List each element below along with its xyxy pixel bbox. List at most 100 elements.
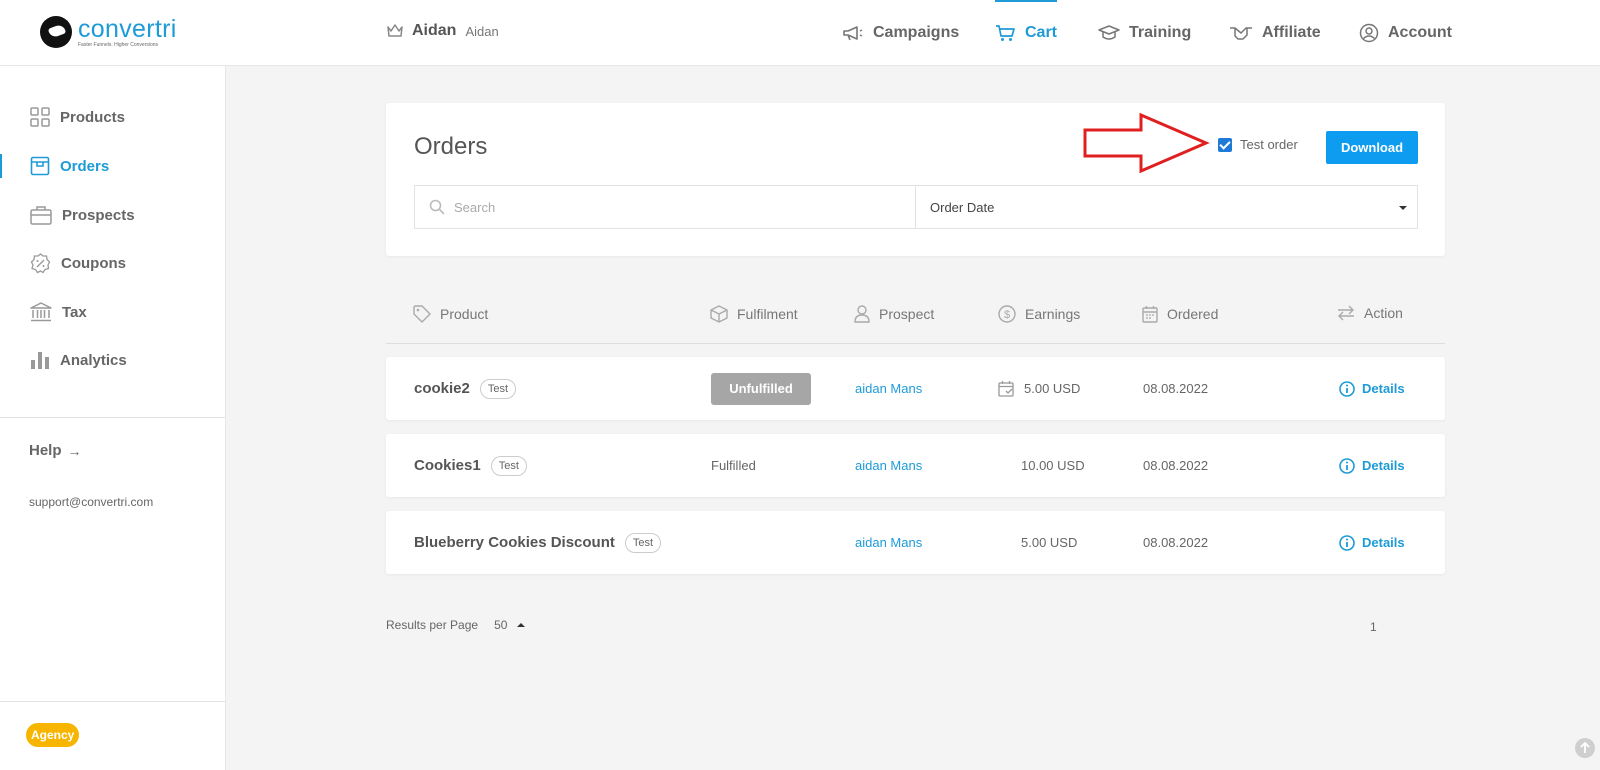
ordered-date: 08.08.2022 — [1143, 381, 1209, 396]
column-header-fulfilment: Fulfilment — [710, 305, 798, 323]
sidebar: Products Orders Prospects Coupons Tax An… — [0, 66, 226, 770]
test-tag: Test — [624, 532, 662, 553]
crown-icon — [387, 24, 403, 37]
info-icon — [1339, 380, 1355, 397]
nav-account[interactable]: Account — [1359, 0, 1452, 66]
nav-affiliate[interactable]: Affiliate — [1229, 0, 1321, 66]
orders-filter-card: Orders Test order Download Search Order … — [386, 103, 1445, 256]
fulfilment-status: Fulfilled — [711, 458, 756, 473]
column-header-label: Ordered — [1167, 306, 1219, 322]
help-link[interactable]: Help → — [29, 442, 82, 459]
earnings-value: 5.00 USD — [1024, 381, 1081, 396]
help-label: Help — [29, 442, 62, 459]
details-link[interactable]: Details — [1339, 357, 1405, 420]
per-page-select[interactable]: 50 — [494, 618, 507, 632]
details-link[interactable]: Details — [1339, 511, 1405, 574]
user-icon — [854, 305, 870, 323]
search-icon — [429, 199, 445, 215]
test-tag: Test — [490, 455, 527, 476]
table-row: Blueberry Cookies Discount Test aidan Ma… — [386, 511, 1445, 574]
red-arrow-annotation-icon — [1083, 112, 1210, 174]
nav-cart-label: Cart — [1025, 24, 1058, 41]
bar-chart-icon — [31, 352, 49, 369]
details-label: Details — [1362, 381, 1405, 396]
sort-select[interactable]: Order Date — [915, 185, 1418, 229]
column-header-product: Product — [413, 305, 488, 323]
earnings-value: 10.00 USD — [1021, 458, 1085, 473]
test-order-checkbox[interactable] — [1218, 138, 1232, 152]
cube-icon — [710, 305, 728, 323]
box-icon — [30, 156, 50, 176]
sort-select-value: Order Date — [930, 199, 995, 215]
details-label: Details — [1362, 458, 1405, 473]
sidebar-item-orders[interactable]: Orders — [0, 146, 225, 186]
caret-up-icon[interactable] — [517, 623, 526, 627]
column-header-prospect: Prospect — [854, 305, 934, 323]
user-sub: Aidan — [465, 23, 499, 39]
top-bar: convertri Faster Funnels. Higher Convers… — [0, 0, 1600, 66]
product-cell: cookie2 Test — [414, 357, 517, 420]
sidebar-item-label: Orders — [60, 157, 110, 175]
table-row: cookie2 Test Unfulfilled aidan Mans 5.00… — [386, 357, 1445, 420]
sidebar-item-label: Analytics — [60, 351, 127, 369]
details-label: Details — [1362, 535, 1405, 550]
sidebar-item-coupons[interactable]: Coupons — [0, 243, 225, 283]
bank-icon — [30, 302, 52, 322]
product-name[interactable]: cookie2 — [414, 380, 470, 397]
ordered-date: 08.08.2022 — [1143, 535, 1209, 550]
caret-down-icon — [1399, 206, 1407, 210]
nav-training[interactable]: Training — [1098, 0, 1191, 66]
product-name[interactable]: Blueberry Cookies Discount — [414, 534, 615, 551]
support-email[interactable]: support@convertri.com — [29, 495, 153, 509]
user-circle-icon — [1359, 23, 1379, 43]
percent-badge-icon — [30, 252, 51, 273]
grid-icon — [30, 107, 50, 127]
user-name: Aidan — [412, 22, 457, 39]
fulfilment-cell: Unfulfilled — [711, 357, 811, 420]
sidebar-item-label: Tax — [62, 303, 87, 321]
scroll-to-top-button[interactable] — [1575, 738, 1595, 758]
search-input[interactable]: Search — [414, 185, 916, 229]
nav-training-label: Training — [1129, 24, 1192, 41]
sidebar-divider — [0, 417, 225, 418]
sidebar-item-label: Coupons — [61, 254, 126, 272]
prospect-link[interactable]: aidan Mans — [855, 511, 922, 574]
agency-badge: Agency — [26, 723, 80, 747]
column-header-label: Prospect — [879, 306, 935, 322]
download-button[interactable]: Download — [1326, 131, 1418, 164]
column-header-label: Fulfilment — [737, 306, 798, 322]
sidebar-item-prospects[interactable]: Prospects — [0, 195, 225, 235]
swap-arrows-icon — [1338, 305, 1354, 321]
recurring-calendar-icon — [998, 380, 1014, 397]
prospect-link[interactable]: aidan Mans — [855, 357, 922, 420]
nav-affiliate-label: Affiliate — [1262, 24, 1321, 41]
nav-campaigns-label: Campaigns — [873, 24, 960, 41]
logo-mark-icon — [40, 16, 72, 48]
page-number[interactable]: 1 — [1370, 620, 1377, 634]
info-icon — [1339, 457, 1355, 474]
product-name[interactable]: Cookies1 — [414, 457, 481, 474]
logo-name: convertri — [78, 14, 177, 43]
product-cell: Cookies1 Test — [414, 434, 527, 497]
nav-campaigns[interactable]: Campaigns — [842, 0, 959, 66]
unfulfilled-button[interactable]: Unfulfilled — [711, 372, 811, 405]
sidebar-item-products[interactable]: Products — [0, 97, 225, 137]
nav-cart[interactable]: Cart — [995, 0, 1058, 66]
user-switcher[interactable]: Aidan Aidan — [386, 22, 499, 40]
column-header-label: Product — [440, 306, 489, 322]
logo[interactable]: convertri Faster Funnels. Higher Convers… — [40, 16, 177, 48]
earnings-value: 5.00 USD — [1021, 535, 1078, 550]
prospect-link[interactable]: aidan Mans — [855, 434, 922, 497]
test-order-label: Test order — [1240, 137, 1298, 152]
handshake-icon — [1230, 27, 1252, 40]
arrow-right-icon: → — [67, 442, 82, 459]
column-header-label: Earnings — [1025, 306, 1081, 322]
sidebar-item-label: Prospects — [62, 206, 135, 224]
details-link[interactable]: Details — [1339, 434, 1405, 497]
sidebar-item-tax[interactable]: Tax — [0, 292, 225, 332]
test-tag: Test — [479, 378, 517, 399]
svg-text:$: $ — [1004, 309, 1010, 321]
info-icon — [1339, 534, 1355, 551]
sidebar-item-analytics[interactable]: Analytics — [0, 340, 225, 380]
nav-account-label: Account — [1388, 24, 1452, 41]
